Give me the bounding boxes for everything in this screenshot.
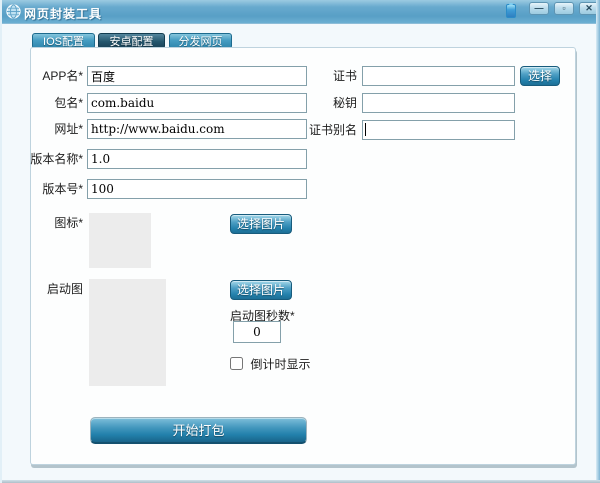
app-name-label: APP名* [2,66,83,86]
splash-label: 启动图 [2,279,83,299]
minimize-button[interactable]: — [529,2,549,15]
version-name-label: 版本名称* [2,149,83,169]
choose-icon-image-button[interactable]: 选择图片 [230,214,292,234]
url-label: 网址* [2,119,83,139]
icon-label: 图标* [2,213,83,233]
cert-alias-input[interactable] [362,120,515,140]
window-title: 网页封装工具 [24,5,102,22]
secret-key-input[interactable] [362,93,515,113]
choose-certificate-button[interactable]: 选择 [520,66,560,86]
countdown-checkbox[interactable] [230,357,243,370]
start-packaging-button[interactable]: 开始打包 [90,417,307,444]
version-code-input[interactable] [87,179,307,199]
certificate-input[interactable] [362,66,515,86]
secret-key-label: 秘钥 [301,93,357,113]
choose-splash-image-button[interactable]: 选择图片 [230,280,292,300]
package-name-input[interactable] [87,93,307,113]
version-code-label: 版本号* [2,179,83,199]
window-right-border [596,0,600,483]
icon-preview [89,213,151,268]
countdown-row: 倒计时显示 [230,355,310,369]
globe-icon [6,4,21,19]
countdown-checkbox-label[interactable]: 倒计时显示 [250,357,310,371]
maximize-button[interactable]: ▫ [554,2,574,15]
url-input[interactable] [87,119,307,139]
title-bar: 网页封装工具 — ▫ ✕ [2,0,600,24]
splash-seconds-input[interactable] [233,321,281,343]
app-name-input[interactable] [87,66,307,86]
version-name-input[interactable] [87,149,307,169]
tray-badge-icon [506,4,516,18]
cert-alias-label: 证书别名 [301,120,357,140]
package-name-label: 包名* [2,93,83,113]
app-window: 网页封装工具 — ▫ ✕ IOS配置 安卓配置 分发网页 APP名* 包名* 网… [0,0,600,483]
splash-preview [89,279,166,386]
certificate-label: 证书 [301,66,357,86]
text-caret [365,123,366,136]
